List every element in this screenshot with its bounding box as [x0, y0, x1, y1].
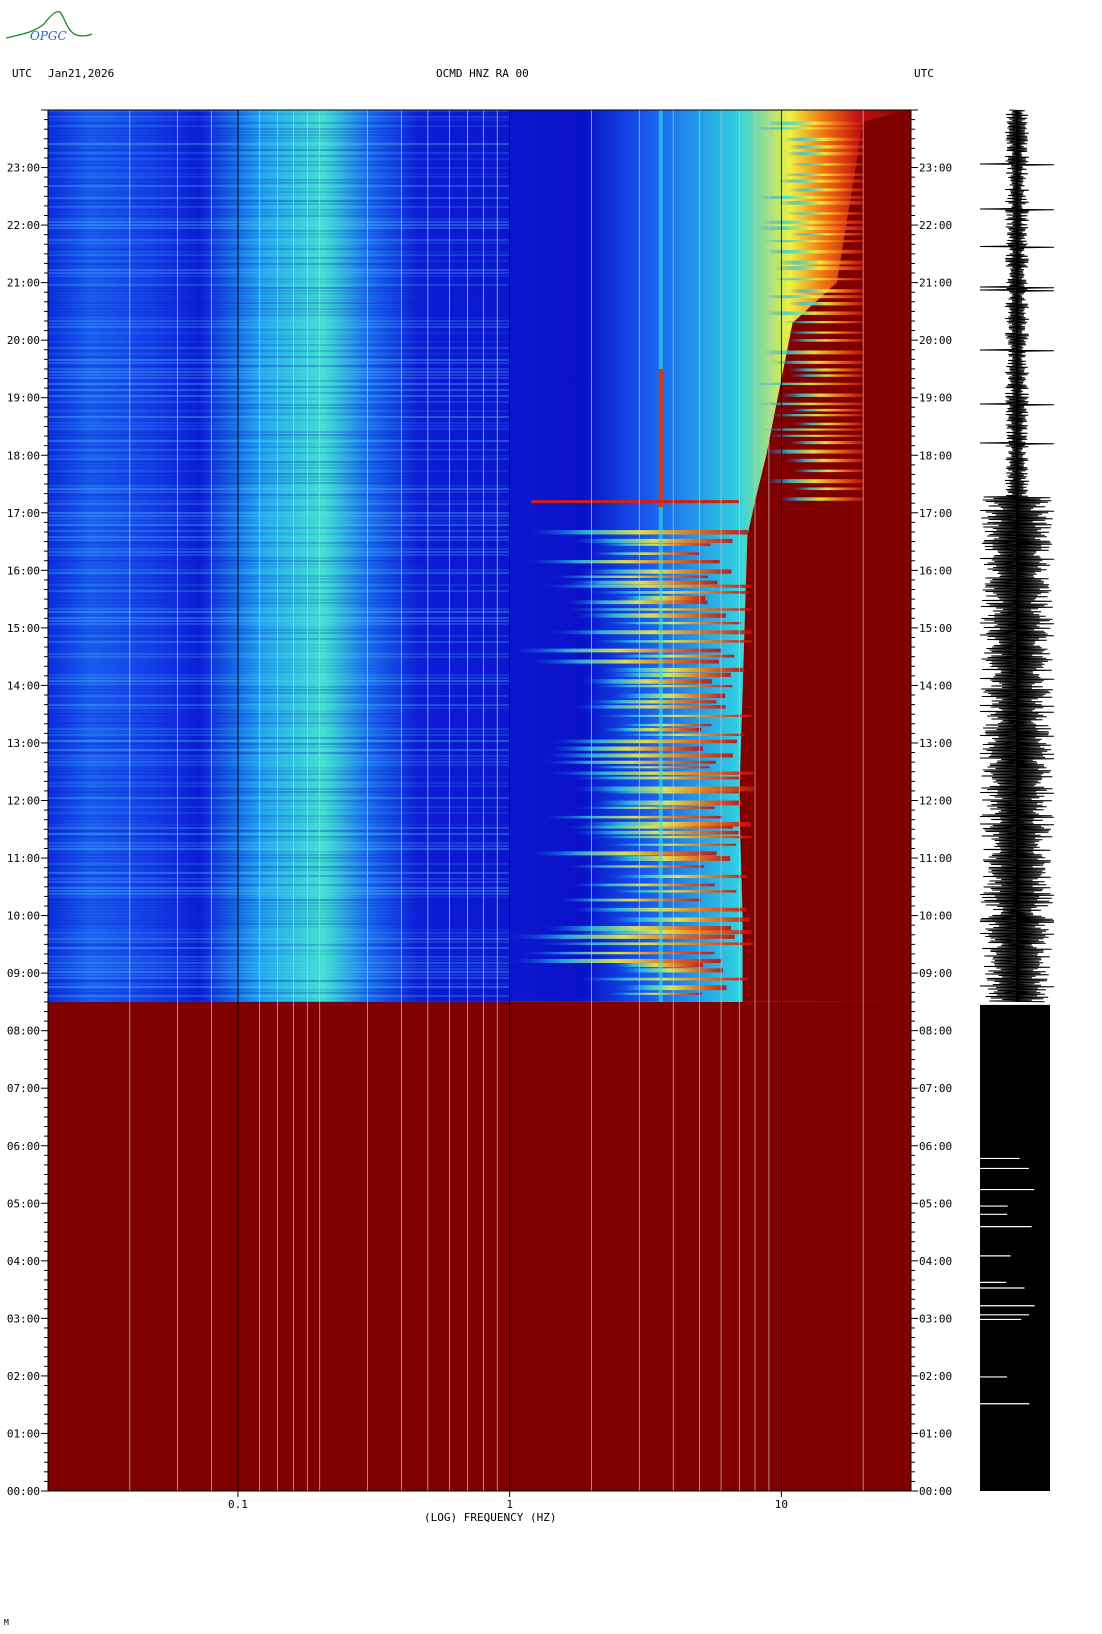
y-tick-label-left: 17:00 — [7, 507, 40, 520]
y-tick-label-right: 10:00 — [919, 910, 952, 923]
x-axis-label: (LOG) FREQUENCY (HZ) — [424, 1511, 557, 1524]
y-tick-label-right: 21:00 — [919, 277, 952, 290]
y-tick-label-left: 05:00 — [7, 1197, 40, 1210]
y-tick-label-right: 15:00 — [919, 622, 952, 635]
y-tick-label-right: 13:00 — [919, 737, 952, 750]
y-tick-label-left: 07:00 — [7, 1082, 40, 1095]
y-tick-label-right: 08:00 — [919, 1025, 952, 1038]
y-tick-label-right: 23:00 — [919, 162, 952, 175]
y-tick-label-right: 04:00 — [919, 1255, 952, 1268]
y-tick-label-left: 19:00 — [7, 392, 40, 405]
y-tick-label-right: 17:00 — [919, 507, 952, 520]
y-tick-label-right: 16:00 — [919, 564, 952, 577]
y-tick-label-right: 22:00 — [919, 219, 952, 232]
y-tick-label-left: 18:00 — [7, 449, 40, 462]
y-tick-label-left: 09:00 — [7, 967, 40, 980]
y-tick-label-left: 22:00 — [7, 219, 40, 232]
y-tick-label-left: 02:00 — [7, 1370, 40, 1383]
y-tick-label-left: 14:00 — [7, 679, 40, 692]
y-tick-label-right: 06:00 — [919, 1140, 952, 1153]
y-tick-label-right: 00:00 — [919, 1485, 952, 1498]
y-tick-label-right: 07:00 — [919, 1082, 952, 1095]
y-tick-label-right: 09:00 — [919, 967, 952, 980]
y-tick-label-right: 12:00 — [919, 795, 952, 808]
y-tick-label-left: 03:00 — [7, 1312, 40, 1325]
event-line — [531, 500, 740, 504]
seismogram-trace — [979, 109, 1055, 1003]
y-tick-label-right: 02:00 — [919, 1370, 952, 1383]
y-tick-label-left: 00:00 — [7, 1485, 40, 1498]
y-tick-label-right: 01:00 — [919, 1427, 952, 1440]
y-tick-label-left: 11:00 — [7, 852, 40, 865]
x-tick-label: 0.1 — [228, 1498, 248, 1511]
y-tick-label-right: 20:00 — [919, 334, 952, 347]
y-tick-label-left: 13:00 — [7, 737, 40, 750]
spectrogram-chart: 00:00 00:00 01:00 01:00 02:00 02:00 03:00 03:00… — [7, 109, 1055, 1511]
x-tick-label: 10 — [775, 1498, 788, 1511]
y-tick-label-left: 15:00 — [7, 622, 40, 635]
y-tick-label-left: 16:00 — [7, 564, 40, 577]
y-tick-label-left: 23:00 — [7, 162, 40, 175]
y-tick-label-left: 20:00 — [7, 334, 40, 347]
y-tick-label-left: 06:00 — [7, 1140, 40, 1153]
x-tick-label: 1 — [506, 1498, 513, 1511]
y-tick-label-left: 10:00 — [7, 910, 40, 923]
spectral-line-strong — [658, 368, 663, 508]
footer-mark: M — [4, 1618, 9, 1627]
y-tick-label-left: 08:00 — [7, 1025, 40, 1038]
y-tick-label-right: 14:00 — [919, 679, 952, 692]
y-tick-label-right: 11:00 — [919, 852, 952, 865]
y-tick-label-left: 21:00 — [7, 277, 40, 290]
y-tick-label-right: 05:00 — [919, 1197, 952, 1210]
seismogram-saturated — [980, 1004, 1050, 1491]
y-tick-label-right: 18:00 — [919, 449, 952, 462]
y-tick-label-left: 01:00 — [7, 1427, 40, 1440]
y-tick-label-left: 12:00 — [7, 795, 40, 808]
y-tick-label-left: 04:00 — [7, 1255, 40, 1268]
y-tick-label-right: 19:00 — [919, 392, 952, 405]
y-tick-label-right: 03:00 — [919, 1312, 952, 1325]
spectral-line — [658, 110, 663, 1002]
